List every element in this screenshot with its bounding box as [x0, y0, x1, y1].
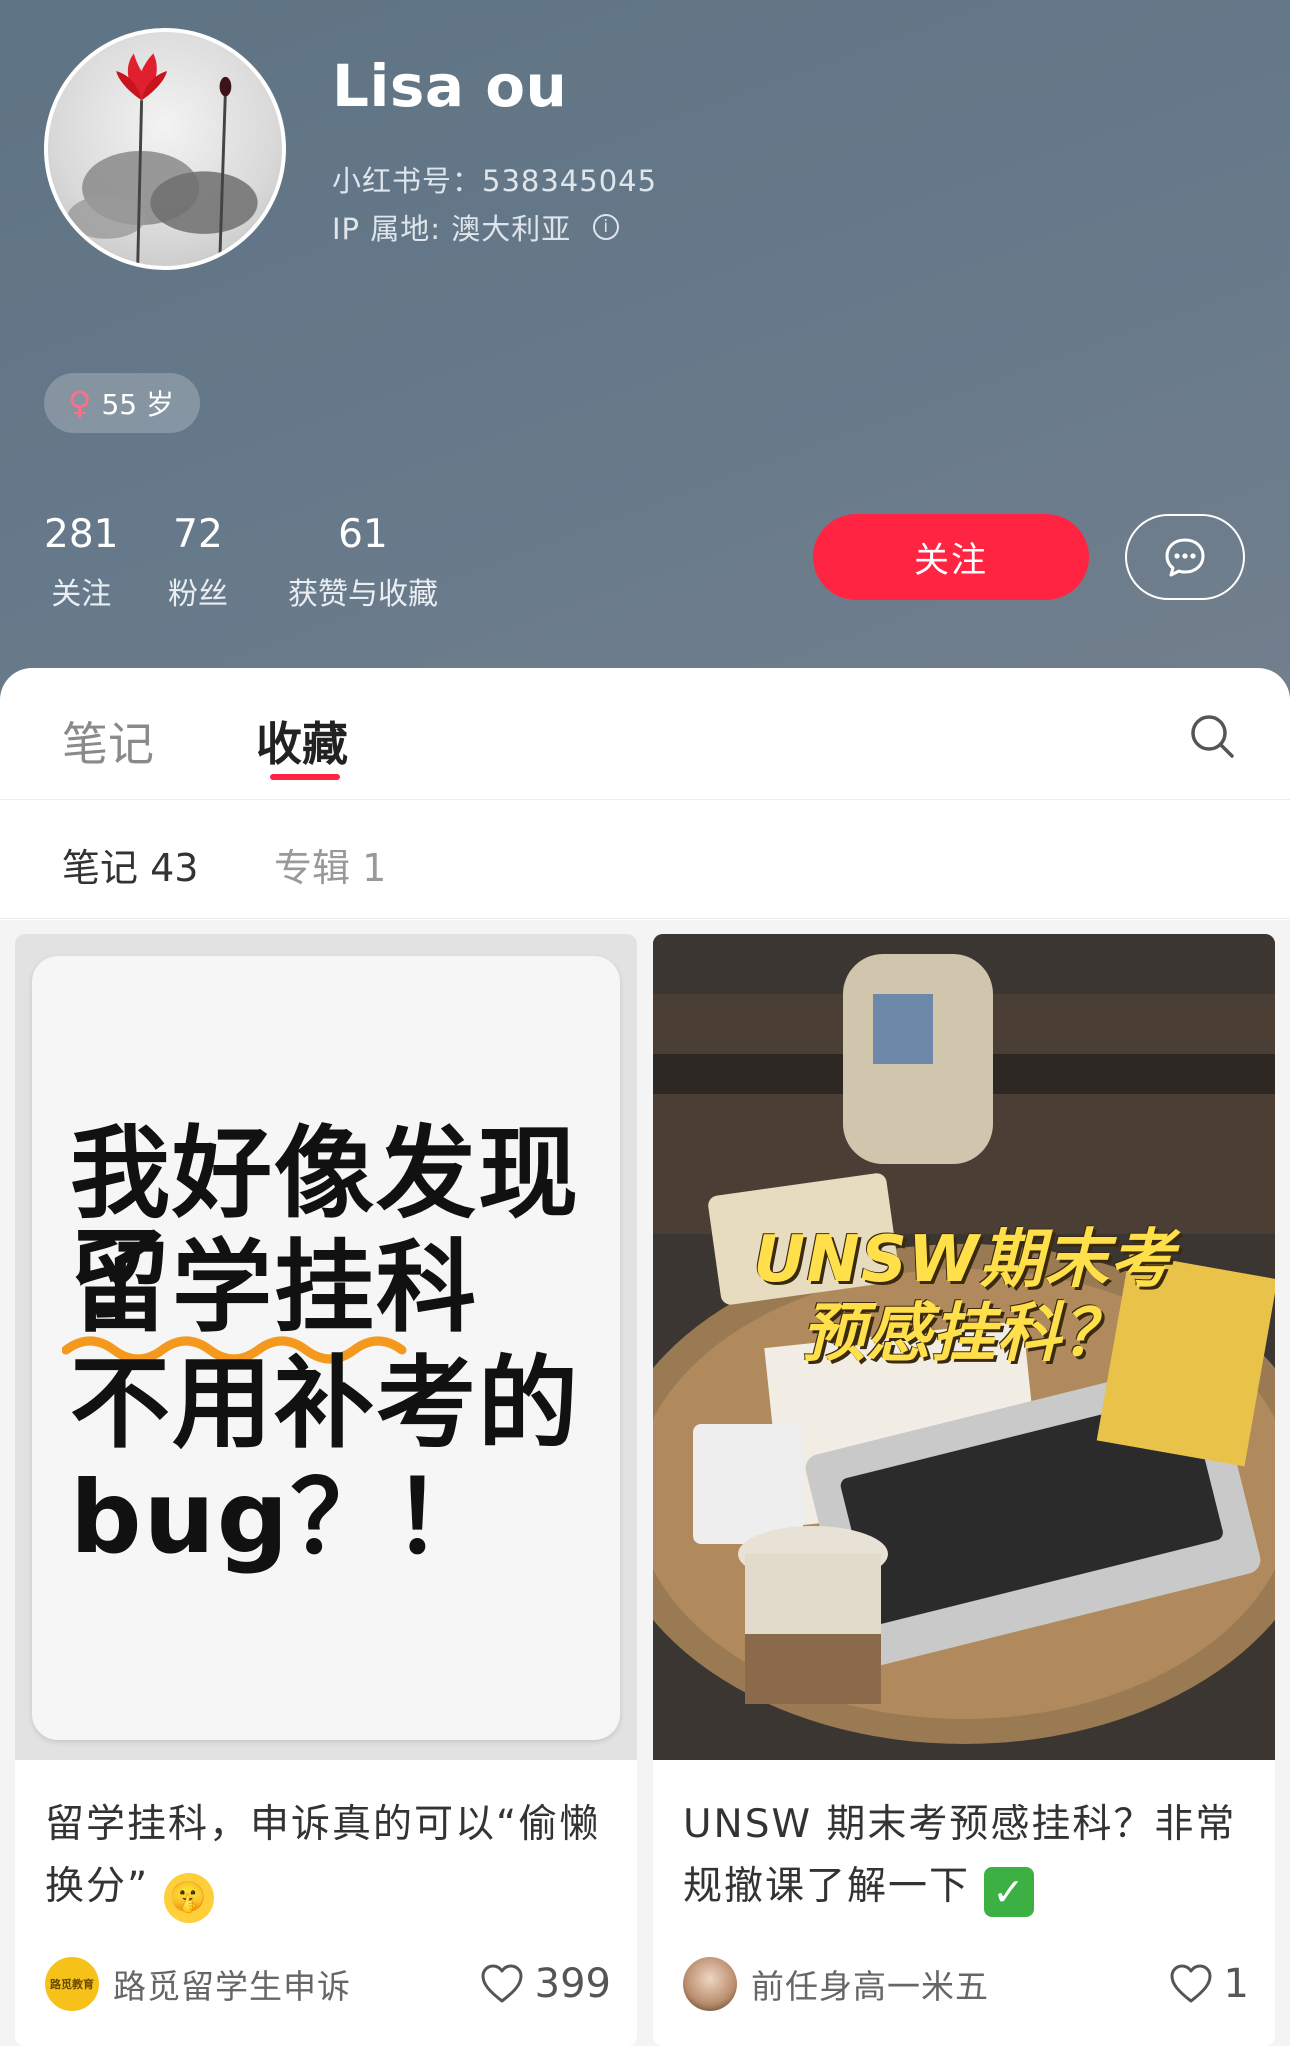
- profile-tabs: 笔记 收藏: [0, 668, 1290, 800]
- like-count: 399: [534, 1961, 611, 2007]
- note-cover-image: UNSW期末考 预感挂科？: [653, 934, 1275, 1760]
- cover-text-panel: 我好像发现了 留学挂科 不用补考的 bug？！: [32, 956, 620, 1740]
- author-avatar[interactable]: [683, 1957, 737, 2011]
- ip-location-text: IP 属地: 澳大利亚: [332, 212, 572, 246]
- profile-avatar[interactable]: [44, 28, 286, 270]
- stat-followers-label: 粉丝: [168, 577, 228, 612]
- cover-text-line: UNSW期末考: [753, 1223, 1175, 1297]
- profile-header: Lisa ou 小红书号：538345045 IP 属地: 澳大利亚 i ♀ 5…: [0, 0, 1290, 700]
- stat-following-value: 281: [44, 512, 119, 557]
- profile-ip-location: IP 属地: 澳大利亚 i: [332, 206, 620, 248]
- cover-text-line: bug？！: [70, 1459, 495, 1576]
- chat-bubble-icon: [1165, 538, 1205, 577]
- note-title: UNSW 期末考预感挂科？非常规撤课了解一下 ✓: [683, 1794, 1249, 1918]
- note-footer: 前任身高一米五 1: [683, 1954, 1249, 2014]
- stat-following-label: 关注: [51, 577, 112, 612]
- cover-text-line: 预感挂科？: [801, 1296, 1127, 1371]
- notes-feed: 我好像发现了 留学挂科 不用补考的 bug？！ 留学挂科，申诉真的可以“偷懒换分…: [0, 920, 1290, 2046]
- stat-likes-collects[interactable]: 61 获赞与收藏: [288, 512, 438, 613]
- stat-following[interactable]: 281 关注: [44, 512, 118, 613]
- note-card[interactable]: 我好像发现了 留学挂科 不用补考的 bug？！ 留学挂科，申诉真的可以“偷懒换分…: [15, 934, 637, 2046]
- profile-id: 小红书号：538345045: [332, 164, 658, 198]
- info-icon[interactable]: i: [593, 214, 620, 240]
- like-count: 1: [1223, 1961, 1249, 2007]
- like-button[interactable]: 1: [1168, 1961, 1249, 2007]
- author-name[interactable]: 路觅留学生申诉: [113, 1960, 479, 2008]
- note-card[interactable]: UNSW期末考 预感挂科？ UNSW 期末考预感挂科？非常规撤课了解一下 ✓ 前…: [653, 934, 1275, 2046]
- collection-subtabs: 笔记 43 专辑 1: [0, 801, 1290, 919]
- profile-name: Lisa ou: [332, 52, 568, 120]
- author-name[interactable]: 前任身高一米五: [751, 1960, 1168, 2008]
- profile-stats: 281 关注 72 粉丝 61 获赞与收藏: [0, 512, 700, 612]
- message-button[interactable]: [1125, 514, 1245, 600]
- stat-followers[interactable]: 72 粉丝: [168, 512, 228, 613]
- cover-text-line: 不用补考的: [70, 1345, 580, 1462]
- lotus-avatar-image: [67, 53, 258, 266]
- heart-icon: [481, 1964, 523, 2003]
- tab-collections[interactable]: 收藏: [256, 708, 348, 774]
- content-panel: 笔记 收藏 笔记 43 专辑 1 我好像发现了 留学挂科 不用补考的 bug？！…: [0, 668, 1290, 2046]
- search-icon: [1191, 715, 1234, 758]
- note-title-text: 留学挂科，申诉真的可以“偷懒换分”: [45, 1802, 601, 1909]
- author-avatar[interactable]: 路觅教育: [45, 1957, 99, 2011]
- cover-overlay-text: UNSW期末考 预感挂科？: [653, 1223, 1275, 1371]
- shush-face-emoji-icon: 🤫: [163, 1873, 214, 1923]
- tab-notes[interactable]: 笔记: [62, 708, 154, 774]
- note-title: 留学挂科，申诉真的可以“偷懒换分” 🤫: [45, 1794, 611, 1923]
- stat-followers-value: 72: [173, 512, 223, 557]
- female-icon: ♀: [68, 384, 92, 422]
- age-text: 55 岁: [101, 388, 174, 421]
- note-footer: 路觅教育 路觅留学生申诉 399: [45, 1954, 611, 2014]
- cover-text-line: 留学挂科: [70, 1229, 478, 1346]
- check-mark-emoji-icon: ✓: [984, 1867, 1035, 1917]
- stat-likes-value: 61: [338, 512, 388, 557]
- follow-button[interactable]: 关注: [813, 514, 1089, 600]
- search-button[interactable]: [1186, 710, 1238, 762]
- age-gender-badge: ♀ 55 岁: [44, 373, 200, 433]
- subtab-albums[interactable]: 专辑 1: [274, 837, 386, 892]
- note-title-text: UNSW 期末考预感挂科？非常规撤课了解一下: [683, 1802, 1237, 1909]
- active-tab-indicator: [270, 774, 340, 780]
- heart-icon: [1170, 1964, 1212, 2003]
- subtab-notes[interactable]: 笔记 43: [62, 837, 198, 892]
- stat-likes-label: 获赞与收藏: [288, 577, 438, 612]
- like-button[interactable]: 399: [479, 1961, 611, 2007]
- note-cover-image: 我好像发现了 留学挂科 不用补考的 bug？！: [15, 934, 637, 1760]
